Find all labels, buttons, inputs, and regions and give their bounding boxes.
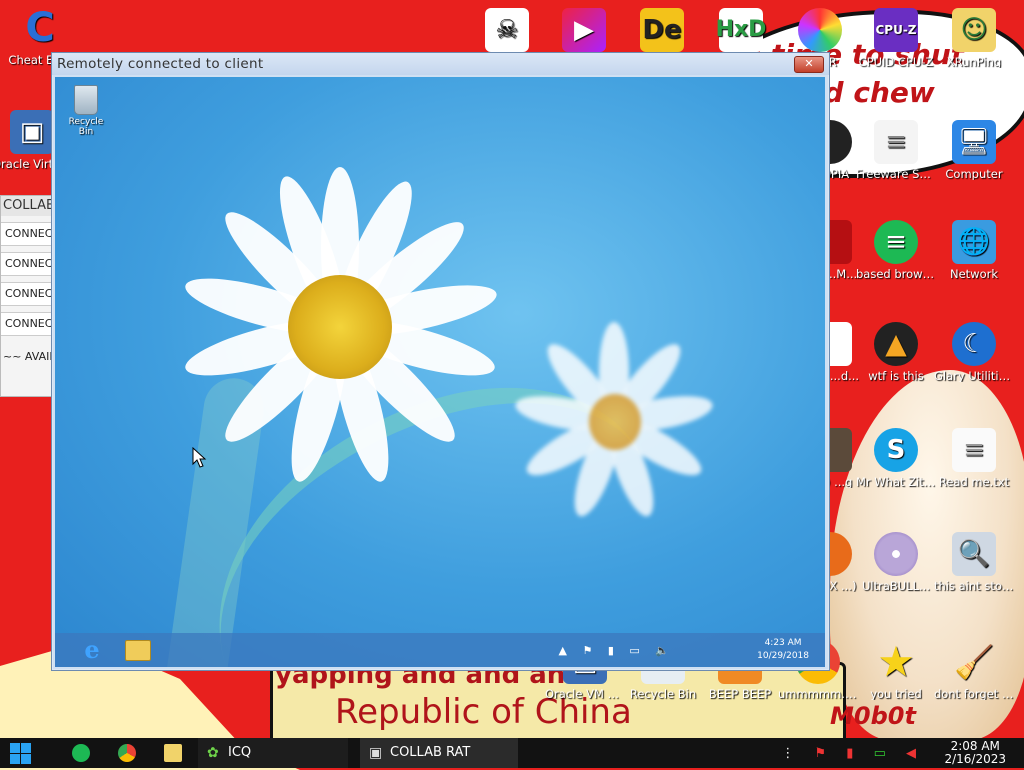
star-icon: ★ [877, 637, 915, 686]
remote-clock[interactable]: 4:23 AM 10/29/2018 [757, 637, 809, 663]
network-icon: 🌐 [952, 220, 996, 264]
tray-chevron-icon[interactable]: ▲ [558, 644, 572, 657]
connect-row[interactable]: CONNECT [1, 222, 53, 246]
icq-flower-icon: ✿ [207, 745, 219, 761]
remote-tray-icons[interactable]: ▲ ⚑ ▮ ▭ 🔈 [558, 644, 675, 657]
cpu-z-icon: CPU-Z [874, 8, 918, 52]
file-explorer-taskbar-icon[interactable] [164, 744, 182, 762]
desktop-icon-ultrabull[interactable]: UltraBULL... [856, 532, 936, 592]
taskbar-date: 2/16/2023 [944, 752, 1006, 766]
connect-row[interactable]: CONNECT [1, 312, 53, 336]
taskbar-clock[interactable]: 2:08 AM 2/16/2023 [944, 740, 1006, 766]
desktop-icon-media[interactable]: ▶ [562, 8, 606, 56]
desktop-icon-network[interactable]: 🌐 Network [934, 220, 1014, 280]
cheat-engine-icon: C [25, 5, 55, 51]
remote-date: 10/29/2018 [757, 651, 809, 661]
remote-screen[interactable]: Recycle Bin e ▲ ⚑ ▮ ▭ 🔈 4:23 AM 10/29/20… [55, 77, 825, 667]
desktop-icon-mr-what-zit[interactable]: S Mr What Zit Too Ya [856, 428, 936, 488]
de-app-icon: De [640, 8, 684, 52]
taskbar: ✿ ICQ ▣ COLLAB RAT ⋮ ⚑ ▮ ▭ ◀ 2:08 AM 2/1… [0, 738, 1024, 768]
desktop-icon-cpuz[interactable]: CPU-Z CPUID CPU-Z [856, 8, 936, 68]
desktop-icon-computer[interactable]: 🖥 Computer [934, 120, 1014, 180]
start-button[interactable] [10, 743, 31, 764]
speaker-muted-icon[interactable]: ◀ [906, 746, 924, 761]
remote-recycle-bin-label: Recycle Bin [68, 117, 104, 137]
taskbar-collab-label: COLLAB RAT [390, 745, 471, 760]
skype-icon: S [874, 428, 918, 472]
close-button[interactable]: ✕ [794, 56, 824, 73]
mouse-cursor-icon [192, 447, 207, 468]
connect-row[interactable]: CONNECT [1, 282, 53, 306]
desktop-icon-de[interactable]: De [640, 8, 684, 56]
overflow-icon[interactable]: ⋮ [781, 746, 802, 761]
colorful-app-icon [798, 8, 842, 52]
desktop-icon-xrunping[interactable]: ☺ XRunPing [934, 8, 1014, 68]
browser-chat-icon: ≡ [874, 220, 918, 264]
virtualbox-icon: ▣ [10, 110, 54, 154]
desktop-icon-read-me[interactable]: ≡ Read me.txt [934, 428, 1014, 488]
computer-icon: 🖥 [952, 120, 996, 164]
text-file-icon: ≡ [952, 428, 996, 472]
desktop-icon-you-tried[interactable]: ★ you tried [856, 637, 936, 701]
hxd-icon: HxD [716, 8, 766, 52]
document-icon: ≡ [874, 120, 918, 164]
remote-taskbar: e ▲ ⚑ ▮ ▭ 🔈 4:23 AM 10/29/2018 [55, 633, 825, 667]
available-label: ~~ AVAIL [3, 350, 53, 363]
flag-icon[interactable]: ⚑ [582, 644, 598, 657]
desktop-icon-dont-forget[interactable]: 🧹 dont forget to wash y... [934, 640, 1014, 700]
remote-time: 4:23 AM [764, 638, 802, 648]
taskbar-button-collab-rat[interactable]: ▣ COLLAB RAT [360, 738, 518, 768]
disc-icon [874, 532, 918, 576]
desktop-icon-skull[interactable]: ☠ [485, 8, 529, 56]
network-icon[interactable]: ▭ [874, 746, 894, 761]
wallpaper-cone-text: M0b0t [830, 702, 916, 730]
desktop-icon-based-browser[interactable]: ≡ based browser ... [856, 220, 936, 280]
glary-icon: ☾ [952, 322, 996, 366]
taskbar-icq-label: ICQ [228, 745, 252, 760]
desktop-icon-wtf-is-this[interactable]: ▲ wtf is this [856, 322, 936, 382]
flag-icon[interactable]: ⚑ [814, 746, 834, 761]
collab-rat-icon: ▣ [369, 745, 383, 761]
desktop-icon-glary-utilities[interactable]: ☾ Glary Utilities 4 [934, 322, 1014, 382]
remote-recycle-bin[interactable]: Recycle Bin [61, 85, 111, 137]
desktop-icon-this-aint-stopping[interactable]: 🔍 this aint stopping di... [934, 532, 1014, 592]
device-icon[interactable]: ▮ [846, 746, 861, 761]
skull-icon: ☠ [485, 8, 529, 52]
internet-explorer-icon[interactable]: e [79, 637, 105, 663]
collab-rat-panel: COLLAB R CONNECT CONNECT CONNECT CONNECT… [0, 195, 54, 397]
device-icon[interactable]: ▮ [608, 644, 620, 657]
computer-search-icon: 🔍 [952, 532, 996, 576]
connect-row[interactable]: CONNECT [1, 252, 53, 276]
desktop-icon-freeware-sys-note[interactable]: ≡ Freeware Sys Note... [856, 120, 936, 180]
taskbar-button-icq[interactable]: ✿ ICQ [198, 738, 348, 768]
network-icon[interactable]: ▭ [629, 644, 645, 657]
remote-window-title: Remotely connected to client [52, 53, 829, 75]
folder-user-icon: ☺ [952, 8, 996, 52]
desktop-icon-hxd[interactable]: HxD [716, 8, 766, 56]
remote-desktop-window[interactable]: Remotely connected to client ✕ Recycle B… [51, 52, 830, 671]
chrome-taskbar-icon[interactable] [118, 744, 136, 762]
broom-icon: 🧹 [954, 643, 994, 681]
system-tray[interactable]: ⋮ ⚑ ▮ ▭ ◀ [781, 746, 924, 761]
speaker-icon[interactable]: 🔈 [655, 644, 675, 657]
media-player-icon: ▶ [562, 8, 606, 52]
aimp-icon: ▲ [874, 322, 918, 366]
recycle-bin-icon [74, 85, 98, 115]
browser-chat-taskbar-icon[interactable] [72, 744, 90, 762]
file-explorer-icon[interactable] [125, 640, 151, 661]
collab-panel-header: COLLAB R [1, 196, 53, 216]
